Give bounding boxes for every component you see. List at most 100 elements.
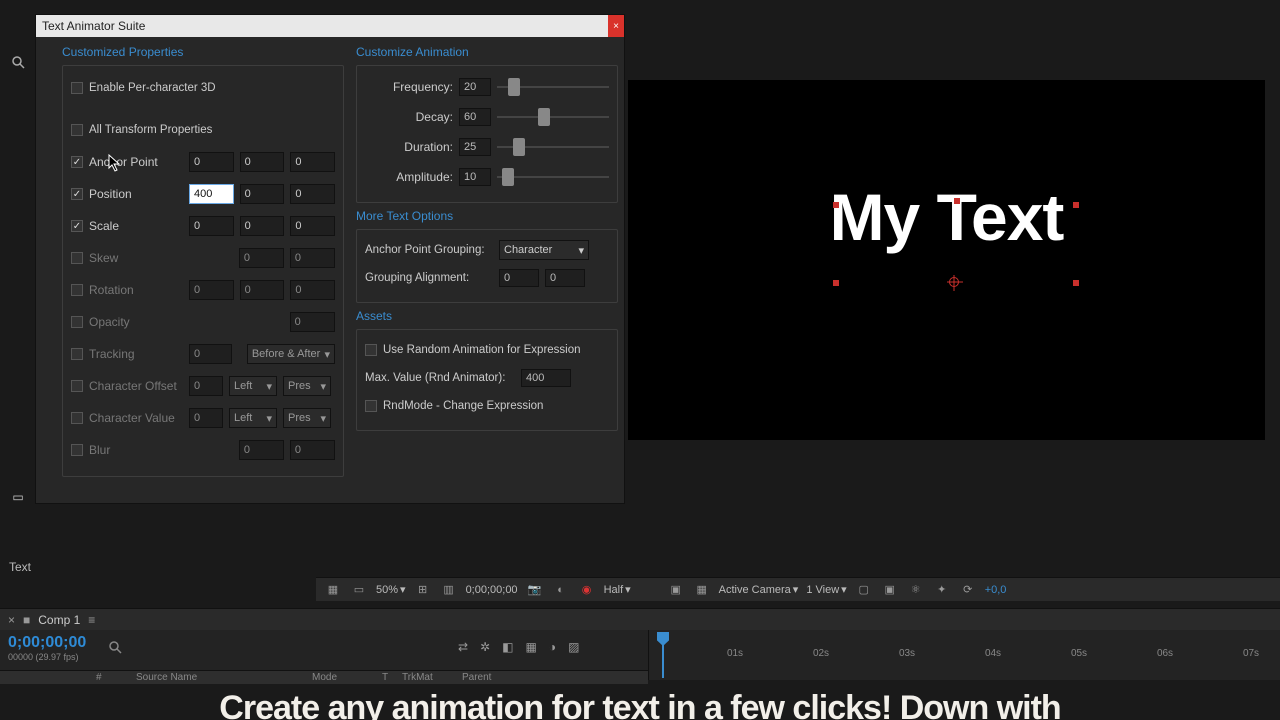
color-icon[interactable]: ◉ <box>578 582 596 598</box>
opacity-checkbox[interactable] <box>71 316 83 328</box>
preview-text[interactable]: My Text <box>830 179 1064 255</box>
tracking-input[interactable]: 0 <box>189 344 232 364</box>
duration-slider[interactable] <box>497 138 609 156</box>
rndmode-checkbox[interactable] <box>365 400 377 412</box>
decay-value[interactable]: 60 <box>459 108 491 126</box>
panel-title-bar[interactable]: Text Animator Suite × <box>36 15 624 37</box>
selection-handle[interactable] <box>1073 280 1079 286</box>
opacity-input[interactable]: 0 <box>290 312 335 332</box>
tracking-dropdown[interactable]: Before & After <box>247 344 335 364</box>
viewer-coord[interactable]: +0,0 <box>985 584 1007 596</box>
viewer-ico-a[interactable]: ▢ <box>855 582 873 598</box>
tracking-checkbox[interactable] <box>71 348 83 360</box>
search-icon[interactable] <box>8 52 28 72</box>
rotation-x-input[interactable]: 0 <box>189 280 234 300</box>
random-anim-checkbox[interactable] <box>365 344 377 356</box>
scale-checkbox[interactable] <box>71 220 83 232</box>
position-z-input[interactable]: 0 <box>290 184 335 204</box>
char-value-dd1[interactable]: Left <box>229 408 277 428</box>
viewer-ico-b[interactable]: ▣ <box>881 582 899 598</box>
char-offset-dd2[interactable]: Pres <box>283 376 331 396</box>
group-align-x[interactable]: 0 <box>499 269 539 287</box>
position-x-input[interactable]: 400 <box>189 184 234 204</box>
panel-icon[interactable]: ▭ <box>12 490 23 504</box>
viewer-guides-icon[interactable]: ▥ <box>440 582 458 598</box>
scale-x-input[interactable]: 0 <box>189 216 234 236</box>
amplitude-slider[interactable] <box>497 168 609 186</box>
composition-viewport[interactable]: My Text <box>628 80 1265 440</box>
timeline-tab[interactable]: Comp 1 <box>38 613 80 627</box>
rotation-checkbox[interactable] <box>71 284 83 296</box>
tl-icon-5[interactable]: ◑ <box>549 640 556 654</box>
tl-icon-4[interactable]: ▦ <box>525 640 536 654</box>
position-y-input[interactable]: 0 <box>240 184 285 204</box>
position-label: Position <box>89 187 183 201</box>
tick-05s: 05s <box>1071 648 1087 659</box>
viewer-ico-c[interactable]: ⚛ <box>907 582 925 598</box>
region-icon[interactable]: ▣ <box>667 582 685 598</box>
viewer-ico-d[interactable]: ✦ <box>933 582 951 598</box>
channel-icon[interactable]: ◐ <box>552 582 570 598</box>
char-offset-dd1[interactable]: Left <box>229 376 277 396</box>
tl-icon-6[interactable]: ▨ <box>568 640 579 654</box>
timeline-search-icon[interactable] <box>108 640 124 656</box>
amplitude-value[interactable]: 10 <box>459 168 491 186</box>
scale-y-input[interactable]: 0 <box>240 216 285 236</box>
resolution-dropdown[interactable]: Half <box>604 583 631 596</box>
viewer-timecode[interactable]: 0;00;00;00 <box>466 584 518 596</box>
tl-icon-1[interactable]: ⇄ <box>458 640 468 654</box>
selection-handle[interactable] <box>833 202 839 208</box>
viewer-mask-icon[interactable]: ▭ <box>350 582 368 598</box>
close-button[interactable]: × <box>608 15 624 37</box>
freq-slider[interactable] <box>497 78 609 96</box>
random-anim-label: Use Random Animation for Expression <box>383 344 581 356</box>
rotation-y-input[interactable]: 0 <box>240 280 285 300</box>
char-value-checkbox[interactable] <box>71 412 83 424</box>
decay-slider[interactable] <box>497 108 609 126</box>
transparency-icon[interactable]: ▦ <box>693 582 711 598</box>
char-value-input[interactable]: 0 <box>189 408 223 428</box>
scale-z-input[interactable]: 0 <box>290 216 335 236</box>
enable-3d-checkbox[interactable] <box>71 82 83 94</box>
viewer-grid-icon[interactable]: ⊞ <box>414 582 432 598</box>
anchor-point-icon[interactable] <box>949 277 959 287</box>
freq-value[interactable]: 20 <box>459 78 491 96</box>
rotation-z-input[interactable]: 0 <box>290 280 335 300</box>
char-value-dd2[interactable]: Pres <box>283 408 331 428</box>
zoom-dropdown[interactable]: 50% <box>376 583 406 596</box>
col-parent: Parent <box>462 672 522 683</box>
anchor-checkbox[interactable] <box>71 156 83 168</box>
timeline-ruler-area[interactable]: 01s 02s 03s 04s 05s 06s 07s <box>648 630 1280 680</box>
timeline-close-icon[interactable]: × <box>8 613 15 627</box>
blur-v2-input[interactable]: 0 <box>290 440 335 460</box>
views-dropdown[interactable]: 1 View <box>806 583 846 596</box>
selection-handle[interactable] <box>954 198 960 204</box>
group-align-y[interactable]: 0 <box>545 269 585 287</box>
char-offset-input[interactable]: 0 <box>189 376 223 396</box>
timeline-columns-header: # Source Name Mode T TrkMat Parent <box>0 670 648 684</box>
duration-value[interactable]: 25 <box>459 138 491 156</box>
position-checkbox[interactable] <box>71 188 83 200</box>
anchor-grouping-dropdown[interactable]: Character <box>499 240 589 260</box>
all-transform-checkbox[interactable] <box>71 124 83 136</box>
anchor-x-input[interactable]: 0 <box>189 152 234 172</box>
text-animator-panel: Text Animator Suite × Customized Propert… <box>35 14 625 504</box>
skew-v1-input[interactable]: 0 <box>239 248 284 268</box>
max-val-input[interactable]: 400 <box>521 369 571 387</box>
char-offset-checkbox[interactable] <box>71 380 83 392</box>
decay-label: Decay: <box>365 110 453 124</box>
tl-icon-3[interactable]: ◧ <box>502 640 513 654</box>
skew-v2-input[interactable]: 0 <box>290 248 335 268</box>
snapshot-icon[interactable]: 📷 <box>526 582 544 598</box>
skew-checkbox[interactable] <box>71 252 83 264</box>
anchor-z-input[interactable]: 0 <box>290 152 335 172</box>
selection-handle[interactable] <box>833 280 839 286</box>
selection-handle[interactable] <box>1073 202 1079 208</box>
viewer-alpha-icon[interactable]: ▦ <box>324 582 342 598</box>
anchor-y-input[interactable]: 0 <box>240 152 285 172</box>
blur-v1-input[interactable]: 0 <box>239 440 284 460</box>
blur-checkbox[interactable] <box>71 444 83 456</box>
tl-icon-2[interactable]: ✲ <box>480 640 490 654</box>
camera-dropdown[interactable]: Active Camera <box>719 583 799 596</box>
refresh-icon[interactable]: ⟳ <box>959 582 977 598</box>
